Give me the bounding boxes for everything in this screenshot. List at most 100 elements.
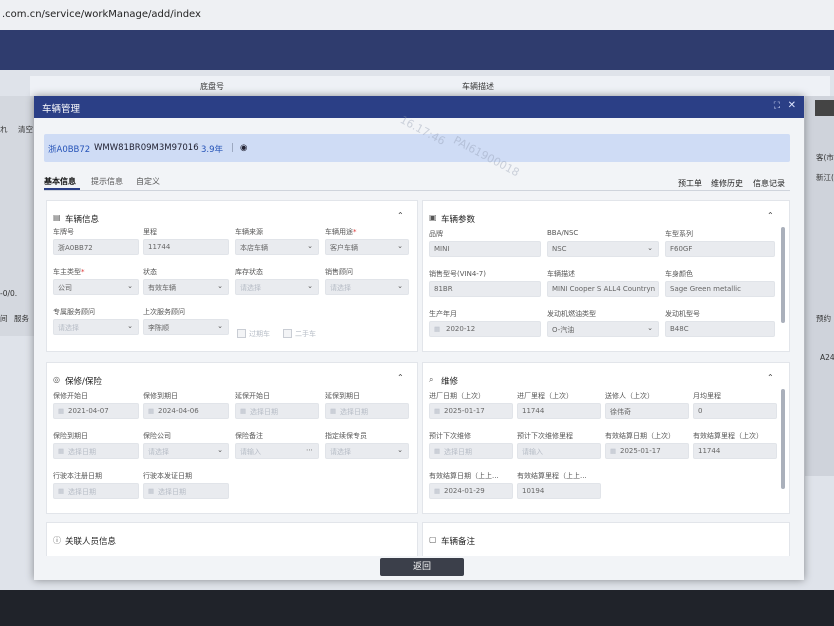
warranty-start-label: 保修开始日 — [53, 392, 88, 400]
insurance-end-label: 保险到期日 — [53, 432, 88, 440]
owner-type-label: 车主类型* — [53, 268, 85, 276]
address-bar[interactable]: .com.cn/service/workManage/add/index — [0, 0, 834, 30]
chevron-down-icon: ⌄ — [307, 242, 313, 250]
body-color-label: 车身颜色 — [665, 270, 693, 278]
license-register-date-field[interactable]: ▦ 选择日期 — [53, 483, 139, 499]
bg-column-description: 车辆描述 — [462, 82, 494, 91]
insurance-remark-label: 保险备注 — [235, 432, 263, 440]
chevron-down-icon: ⌄ — [307, 282, 313, 290]
vehicle-info-panel: ▤ 车辆信息 ⌃ 车牌号 浙A0BB72 里程 11744 车辆来源 本店车辆 ⌄… — [46, 200, 418, 352]
calendar-icon: ▦ — [240, 407, 247, 415]
body-color-field[interactable]: Sage Green metallic — [665, 281, 775, 297]
related-persons-panel: ⓘ 关联人员信息 — [46, 522, 418, 558]
production-date-field[interactable]: ▦ 2020-12 — [429, 321, 541, 337]
close-icon[interactable]: ✕ — [788, 100, 796, 111]
vehicle-info-title: 车辆信息 — [65, 215, 100, 225]
vehicle-description-label: 车辆描述 — [547, 270, 575, 278]
shield-icon: ◎ — [53, 375, 60, 384]
fuel-type-select[interactable]: O-汽油 ⌄ — [547, 321, 659, 337]
calendar-icon: ▦ — [148, 487, 155, 495]
expired-vehicle-label: 过期车 — [249, 330, 270, 338]
last-settlement-date-field[interactable]: ▦ 2025-01-17 — [605, 443, 689, 459]
next-maintenance-field[interactable]: ▦ 选择日期 — [429, 443, 513, 459]
last-entry-date-field[interactable]: ▦ 2025-01-17 — [429, 403, 513, 419]
last-entry-mileage-field[interactable]: 11744 — [517, 403, 601, 419]
more-icon: ⋯ — [306, 446, 313, 454]
tab-basic-info[interactable]: 基本信息 — [44, 176, 76, 187]
ext-warranty-end-field[interactable]: ▦ 选择日期 — [325, 403, 409, 419]
license-issue-date-field[interactable]: ▦ 选择日期 — [143, 483, 229, 499]
warranty-start-field[interactable]: ▦ 2021-04-07 — [53, 403, 139, 419]
back-button[interactable]: 返回 — [380, 558, 464, 576]
last-advisor-label: 上次服务顾问 — [143, 308, 185, 316]
bg-right-button[interactable] — [815, 100, 834, 116]
bg-clear-button[interactable]: 清空 — [18, 124, 33, 135]
vehicle-source-label: 车辆来源 — [235, 228, 263, 236]
stock-status-select[interactable]: 请选择 ⌄ — [235, 279, 319, 295]
last-settlement-mileage-label: 有效结算里程（上次） — [693, 432, 763, 440]
owner-type-select[interactable]: 公司 ⌄ — [53, 279, 139, 295]
summary-vin: WMW81BR09M3M97016 — [94, 143, 199, 153]
info-icon: ⓘ — [53, 536, 61, 545]
brand-field[interactable]: MINI — [429, 241, 541, 257]
collapse-chevron-icon[interactable]: ⌃ — [397, 211, 404, 220]
params-scrollbar[interactable] — [781, 227, 785, 323]
vehicle-summary-bar: 浙A0BB72 WMW81BR09M3M97016 3.9年 | ◉ — [44, 134, 790, 162]
prev-settlement-date-field[interactable]: ▦ 2024-01-29 — [429, 483, 513, 499]
search-icon: ⌕ — [429, 375, 434, 384]
license-register-date-label: 行驶本注册日期 — [53, 472, 102, 480]
tab-custom[interactable]: 自定义 — [136, 176, 160, 187]
prev-settlement-mileage-field[interactable]: 10194 — [517, 483, 601, 499]
maximize-icon[interactable]: ⛶ — [774, 101, 780, 111]
pre-work-order-link[interactable]: 预工单 — [678, 178, 702, 189]
last-settlement-mileage-field[interactable]: 11744 — [693, 443, 777, 459]
vehicle-source-select[interactable]: 本店车辆 ⌄ — [235, 239, 319, 255]
monthly-mileage-label: 月均里程 — [693, 392, 721, 400]
maintenance-scrollbar[interactable] — [781, 389, 785, 489]
chevron-down-icon: ⌄ — [127, 282, 133, 290]
sales-consultant-select[interactable]: 请选择 ⌄ — [325, 279, 409, 295]
ext-warranty-start-field[interactable]: ▦ 选择日期 — [235, 403, 319, 419]
repair-history-link[interactable]: 维修历史 — [711, 178, 743, 189]
summary-plate: 浙A0BB72 — [48, 145, 91, 155]
monthly-mileage-field[interactable]: 0 — [693, 403, 777, 419]
expired-vehicle-checkbox[interactable] — [237, 329, 246, 338]
engine-model-field[interactable]: B48C — [665, 321, 775, 337]
collapse-chevron-icon[interactable]: ⌃ — [767, 211, 774, 220]
mileage-field[interactable]: 11744 — [143, 239, 229, 255]
vehicle-management-dialog: 车辆管理 ⛶ ✕ 浙A0BB72 WMW81BR09M3M97016 3.9年 … — [34, 96, 804, 580]
prev-settlement-mileage-label: 有效结算里程（上上... — [517, 472, 587, 480]
bg-left-label: 间 — [0, 314, 8, 323]
last-advisor-select[interactable]: 李陈顺 ⌄ — [143, 319, 229, 335]
vehicle-use-select[interactable]: 客户车辆 ⌄ — [325, 239, 409, 255]
eye-icon[interactable]: ◉ — [240, 143, 247, 153]
calendar-icon: ▦ — [330, 407, 337, 415]
collapse-chevron-icon[interactable]: ⌃ — [397, 373, 404, 382]
exclusive-advisor-select[interactable]: 请选择 ⌄ — [53, 319, 139, 335]
status-select[interactable]: 有效车辆 ⌄ — [143, 279, 229, 295]
bg-column-chassis: 底盘号 — [200, 82, 224, 91]
background-table-header — [30, 76, 830, 96]
sales-model-field[interactable]: 81BR — [429, 281, 541, 297]
model-series-field[interactable]: F60GF — [665, 241, 775, 257]
renewal-specialist-select[interactable]: 请选择 ⌄ — [325, 443, 409, 459]
plate-field[interactable]: 浙A0BB72 — [53, 239, 139, 255]
info-record-link[interactable]: 信息记录 — [753, 178, 785, 189]
warranty-end-field[interactable]: ▦ 2024-04-06 — [143, 403, 229, 419]
vehicle-description-field[interactable]: MINI Cooper S ALL4 Countryn — [547, 281, 659, 297]
tab-tips[interactable]: 提示信息 — [91, 176, 123, 187]
truck-icon: ▣ — [429, 213, 437, 222]
used-car-checkbox[interactable] — [283, 329, 292, 338]
next-maintenance-mileage-field[interactable]: 请输入 — [517, 443, 601, 459]
insurance-company-select[interactable]: 请选择 ⌄ — [143, 443, 229, 459]
collapse-chevron-icon[interactable]: ⌃ — [767, 373, 774, 382]
chevron-down-icon: ⌄ — [397, 242, 403, 250]
last-sender-field[interactable]: 徐伟奇 — [605, 403, 689, 419]
bba-nsc-select[interactable]: NSC ⌄ — [547, 241, 659, 257]
insurance-end-field[interactable]: ▦ 选择日期 — [53, 443, 139, 459]
last-sender-label: 送修人（上次） — [605, 392, 654, 400]
calendar-icon: ▦ — [434, 447, 441, 455]
brand-label: 品牌 — [429, 230, 443, 238]
url-text: .com.cn/service/workManage/add/index — [2, 9, 201, 20]
insurance-remark-field[interactable]: 请输入 ⋯ — [235, 443, 319, 459]
